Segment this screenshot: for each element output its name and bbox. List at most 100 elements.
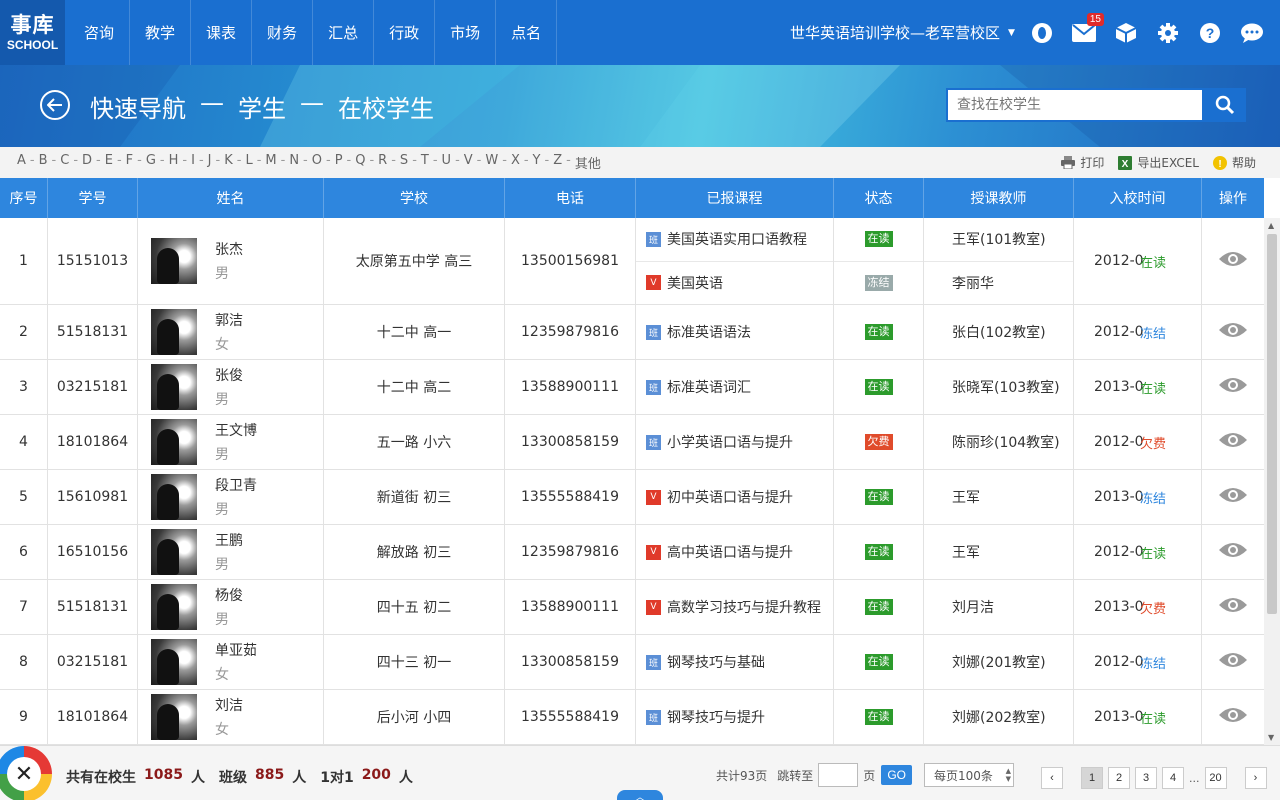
student-name-cell[interactable]: 杨俊男 (138, 580, 324, 634)
student-name-cell[interactable]: 王文博男 (138, 415, 324, 469)
letter-filter[interactable]: T (419, 153, 431, 172)
student-name[interactable]: 刘洁 (215, 695, 243, 715)
next-page-button[interactable]: › (1244, 767, 1267, 789)
eye-icon[interactable] (1218, 651, 1248, 673)
print-button[interactable]: 打印 (1061, 154, 1104, 171)
chat-icon[interactable] (1240, 21, 1264, 45)
page-button[interactable]: 2 (1108, 767, 1130, 789)
help-icon[interactable]: ? (1198, 21, 1222, 45)
eye-icon[interactable] (1218, 431, 1248, 453)
letter-filter[interactable]: W (483, 153, 500, 172)
student-name[interactable]: 张俊 (215, 365, 243, 385)
table-row[interactable]: 1 15151013 张杰男太原第五中学 高三 13500156981 班美国英语实用口… (0, 218, 1264, 305)
student-name[interactable]: 王鹏 (215, 530, 243, 550)
user-icon[interactable] (1030, 21, 1054, 45)
student-name-cell[interactable]: 段卫青男 (138, 470, 324, 524)
eye-icon[interactable] (1218, 596, 1248, 618)
student-name-cell[interactable]: 张俊男 (138, 360, 324, 414)
student-name[interactable]: 单亚茹 (215, 640, 257, 660)
nav-item[interactable]: 汇总 (313, 0, 375, 65)
letter-filter[interactable]: R (376, 153, 389, 172)
eye-icon[interactable] (1218, 376, 1248, 398)
student-name[interactable]: 王文博 (215, 420, 257, 440)
expand-up-tab[interactable]: ︿ (617, 790, 663, 800)
letter-filter[interactable]: Y (531, 153, 543, 172)
letter-filter[interactable]: H (167, 153, 181, 172)
gear-icon[interactable] (1156, 21, 1180, 45)
course-name[interactable]: 初中英语口语与提升 (667, 487, 793, 507)
course-name[interactable]: 美国英语 (667, 273, 723, 293)
nav-item[interactable]: 课表 (191, 0, 253, 65)
course-name[interactable]: 高中英语口语与提升 (667, 542, 793, 562)
letter-filter[interactable]: X (509, 153, 522, 172)
letter-filter[interactable]: C (58, 153, 71, 172)
spinner-icon[interactable]: ▲ ▼ (1006, 767, 1011, 783)
letter-filter[interactable]: B (37, 153, 50, 172)
nav-item[interactable]: 教学 (130, 0, 192, 65)
nav-item[interactable]: 咨询 (69, 0, 131, 65)
eye-icon[interactable] (1218, 321, 1248, 343)
course-item[interactable]: V 初中英语口语与提升 (636, 470, 833, 524)
scrollbar-thumb[interactable] (1267, 234, 1277, 614)
letter-filter[interactable]: Q (353, 153, 367, 172)
per-page-select[interactable]: 每页100条 ▲ ▼ (923, 763, 1014, 787)
letter-filter[interactable]: F (124, 153, 135, 172)
letter-filter[interactable]: S (398, 153, 410, 172)
letter-filter[interactable]: D (80, 153, 94, 172)
eye-icon[interactable] (1218, 541, 1248, 563)
table-row[interactable]: 7 51518131 杨俊男 四十五 初二 13588900111 V 高数学习技巧与提升教… (0, 580, 1264, 635)
page-button[interactable]: 3 (1135, 767, 1157, 789)
table-row[interactable]: 6 16510156 王鹏男 解放路 初三 12359879816 V 高中英语口语与提升 在… (0, 525, 1264, 580)
mail-icon[interactable]: 15 (1072, 12, 1104, 45)
search-input[interactable] (946, 88, 1204, 122)
nav-item[interactable]: 行政 (374, 0, 436, 65)
course-item[interactable]: V 美国英语 (636, 262, 833, 305)
course-name[interactable]: 标准英语语法 (667, 322, 751, 342)
nav-item[interactable]: 财务 (252, 0, 314, 65)
close-fab-button[interactable]: ✕ (0, 746, 52, 800)
letter-filter[interactable]: V (462, 153, 475, 172)
course-name[interactable]: 钢琴技巧与提升 (667, 707, 765, 727)
crumb-nav[interactable]: 快速导航 (90, 89, 186, 124)
prev-page-button[interactable]: ‹ (1041, 767, 1063, 789)
table-row[interactable]: 5 15610981 段卫青男 新道街 初三 13555588419 V 初中英语口语与提升… (0, 470, 1264, 525)
letter-filter[interactable]: K (222, 153, 235, 172)
letter-filter[interactable]: 其他 (573, 153, 603, 172)
scroll-up-icon[interactable]: ▲ (1268, 221, 1274, 230)
course-name[interactable]: 美国英语实用口语教程 (667, 229, 807, 249)
student-name[interactable]: 郭洁 (215, 310, 243, 330)
back-button[interactable] (40, 90, 70, 120)
course-name[interactable]: 标准英语词汇 (667, 377, 751, 397)
course-item[interactable]: 班钢琴技巧与基础 (636, 635, 833, 689)
student-name[interactable]: 张杰 (215, 239, 243, 259)
nav-item[interactable]: 点名 (496, 0, 558, 65)
course-item[interactable]: 班标准英语词汇 (636, 360, 833, 414)
app-logo[interactable]: 事库 SCHOOL (0, 0, 65, 65)
student-name-cell[interactable]: 张杰男 (138, 218, 324, 304)
table-row[interactable]: 2 51518131 郭洁女十二中 高一 12359879816 班标准英语语法 在读 张白… (0, 305, 1264, 360)
course-name[interactable]: 小学英语口语与提升 (667, 432, 793, 452)
course-item[interactable]: V 高中英语口语与提升 (636, 525, 833, 579)
table-row[interactable]: 9 18101864 刘洁女后小河 小四 13555588419 班钢琴技巧与提升 在读刘… (0, 690, 1264, 745)
page-button[interactable]: 4 (1162, 767, 1184, 789)
table-row[interactable]: 4 18101864 王文博男五一路 小六 13300858159 班小学英语口语与提升… (0, 415, 1264, 470)
table-row[interactable]: 8 03215181 单亚茹女四十三 初一 13300858159 班钢琴技巧与基础 在读… (0, 635, 1264, 690)
course-item[interactable]: 班钢琴技巧与提升 (636, 690, 833, 744)
student-name[interactable]: 段卫青 (215, 475, 257, 495)
crumb-students[interactable]: 学生 (238, 89, 286, 124)
student-name[interactable]: 杨俊 (215, 585, 243, 605)
school-selector[interactable]: 世华英语培训学校—老军营校区 ▼ (790, 0, 1015, 65)
go-button[interactable]: GO (881, 765, 912, 785)
letter-filter[interactable]: M (263, 153, 278, 172)
student-name-cell[interactable]: 刘洁女 (138, 690, 324, 744)
vertical-scrollbar[interactable]: ▲ ▼ (1264, 218, 1280, 745)
table-row[interactable]: 3 03215181 张俊男十二中 高二 13588900111 班标准英语词汇 在读 张晓… (0, 360, 1264, 415)
jump-page-input[interactable] (818, 763, 859, 787)
nav-item[interactable]: 市场 (435, 0, 497, 65)
help-link[interactable]: ! 帮助 (1212, 154, 1256, 171)
letter-filter[interactable]: J (206, 153, 214, 172)
course-item[interactable]: V 高数学习技巧与提升教程 (636, 580, 833, 634)
course-item[interactable]: 班美国英语实用口语教程 (636, 218, 833, 262)
letter-filter[interactable]: A (15, 153, 28, 172)
letter-filter[interactable]: G (144, 153, 158, 172)
